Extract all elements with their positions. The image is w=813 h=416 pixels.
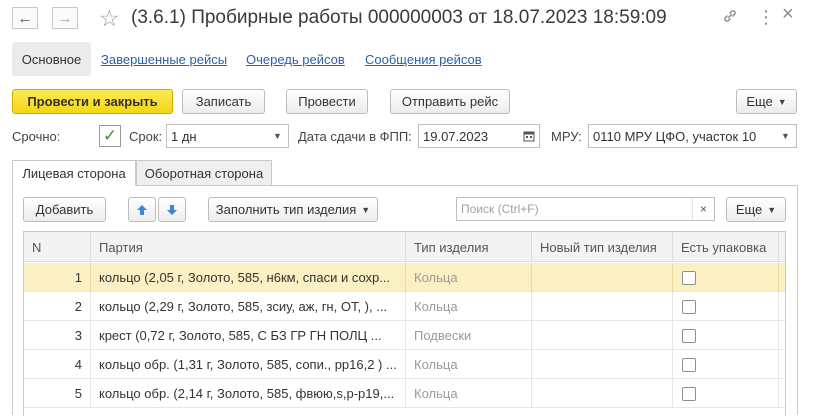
col-header-packed[interactable]: Есть упаковка bbox=[673, 232, 779, 262]
row-type: Подвески bbox=[406, 321, 532, 350]
row-packed bbox=[673, 379, 779, 408]
window-title: (3.6.1) Пробирные работы 000000003 от 18… bbox=[131, 7, 667, 28]
more-vert-icon[interactable]: ⋮ bbox=[757, 8, 775, 26]
mru-field[interactable]: 0110 МРУ ЦФО, участок 10 bbox=[588, 124, 776, 148]
row-type: Кольца bbox=[406, 350, 532, 379]
save-button[interactable]: Записать bbox=[182, 89, 265, 114]
col-header-type[interactable]: Тип изделия bbox=[406, 232, 532, 262]
tab-trip-queue[interactable]: Очередь рейсов bbox=[246, 52, 345, 67]
row-number: 3 bbox=[24, 321, 91, 350]
chevron-down-icon: ▼ bbox=[767, 204, 777, 215]
fill-type-button[interactable]: Заполнить тип изделия ▼ bbox=[208, 197, 378, 222]
col-header-n[interactable]: N bbox=[24, 232, 91, 262]
row-type: Кольца bbox=[406, 263, 532, 292]
urgent-checkbox[interactable]: ✓ bbox=[99, 125, 121, 147]
post-and-close-button[interactable]: Провести и закрыть bbox=[12, 89, 173, 114]
post-button[interactable]: Провести bbox=[286, 89, 368, 114]
back-arrow-icon: ← bbox=[17, 9, 33, 27]
table-header: N Партия Тип изделия Новый тип изделия Е… bbox=[24, 232, 785, 262]
packed-checkbox[interactable] bbox=[682, 270, 696, 285]
table-more-label: Еще bbox=[735, 202, 763, 217]
col-header-party[interactable]: Партия bbox=[91, 232, 406, 262]
row-new-type[interactable] bbox=[532, 379, 673, 408]
search-input[interactable]: Поиск (Ctrl+F) × bbox=[456, 197, 715, 221]
mru-label: МРУ: bbox=[551, 129, 582, 144]
tab-main[interactable]: Основное bbox=[12, 42, 91, 76]
back-button[interactable]: ← bbox=[12, 7, 38, 29]
table-row[interactable]: 3 крест (0,72 г, Золото, 585, С БЗ ГР ГН… bbox=[24, 321, 785, 350]
packed-checkbox[interactable] bbox=[682, 299, 696, 314]
table-more-button[interactable]: Еще ▼ bbox=[726, 197, 786, 222]
close-icon[interactable]: × bbox=[782, 4, 794, 24]
tab-back-side[interactable]: Оборотная сторона bbox=[136, 160, 272, 186]
chevron-down-icon: ▼ bbox=[361, 204, 371, 215]
table-row[interactable]: 4 кольцо обр. (1,31 г, Золото, 585, сопи… bbox=[24, 350, 785, 379]
row-party: кольцо обр. (1,31 г, Золото, 585, сопи.,… bbox=[91, 350, 406, 379]
date-label: Дата сдачи в ФПП: bbox=[298, 129, 412, 144]
table-row[interactable]: 5 кольцо обр. (2,14 г, Золото, 585, фвюю… bbox=[24, 379, 785, 408]
row-number: 5 bbox=[24, 379, 91, 408]
fill-type-label: Заполнить тип изделия bbox=[215, 202, 357, 217]
row-new-type[interactable] bbox=[532, 321, 673, 350]
arrow-up-icon bbox=[137, 204, 147, 215]
more-label: Еще bbox=[746, 94, 773, 109]
star-icon[interactable]: ☆ bbox=[99, 6, 120, 30]
term-field[interactable]: 1 дн bbox=[166, 124, 268, 148]
tab-trip-messages[interactable]: Сообщения рейсов bbox=[365, 52, 482, 67]
term-dropdown-icon[interactable]: ▼ bbox=[267, 124, 289, 148]
row-new-type[interactable] bbox=[532, 292, 673, 321]
move-up-button[interactable] bbox=[128, 197, 156, 222]
row-packed bbox=[673, 292, 779, 321]
move-down-button[interactable] bbox=[158, 197, 186, 222]
row-packed bbox=[673, 350, 779, 379]
date-field[interactable]: 19.07.2023 bbox=[418, 124, 519, 148]
row-number: 2 bbox=[24, 292, 91, 321]
chevron-down-icon: ▼ bbox=[777, 96, 787, 107]
packed-checkbox[interactable] bbox=[682, 357, 696, 372]
row-new-type[interactable] bbox=[532, 350, 673, 379]
arrow-down-icon bbox=[167, 204, 177, 215]
row-new-type[interactable] bbox=[532, 263, 673, 292]
row-party: кольцо (2,05 г, Золото, 585, н6км, спаси… bbox=[91, 263, 406, 292]
more-button[interactable]: Еще ▼ bbox=[736, 89, 797, 114]
link-icon[interactable] bbox=[722, 8, 738, 29]
clear-icon[interactable]: × bbox=[692, 198, 714, 220]
packed-checkbox[interactable] bbox=[682, 328, 696, 343]
table-row[interactable]: 1 кольцо (2,05 г, Золото, 585, н6км, спа… bbox=[24, 263, 785, 292]
forward-arrow-icon: → bbox=[57, 9, 73, 27]
add-button[interactable]: Добавить bbox=[23, 197, 106, 222]
row-party: кольцо обр. (2,14 г, Золото, 585, фвюю,s… bbox=[91, 379, 406, 408]
row-packed bbox=[673, 321, 779, 350]
col-header-new-type[interactable]: Новый тип изделия bbox=[532, 232, 673, 262]
send-trip-button[interactable]: Отправить рейс bbox=[390, 89, 510, 114]
table-row[interactable]: 2 кольцо (2,29 г, Золото, 585, зсиу, аж,… bbox=[24, 292, 785, 321]
row-number: 4 bbox=[24, 350, 91, 379]
items-table: N Партия Тип изделия Новый тип изделия Е… bbox=[23, 231, 786, 416]
search-placeholder: Поиск (Ctrl+F) bbox=[461, 202, 539, 216]
row-party: кольцо (2,29 г, Золото, 585, зсиу, аж, г… bbox=[91, 292, 406, 321]
row-number: 1 bbox=[24, 263, 91, 292]
packed-checkbox[interactable] bbox=[682, 386, 696, 401]
term-label: Срок: bbox=[129, 129, 163, 144]
urgent-label: Срочно: bbox=[12, 129, 61, 144]
forward-button[interactable]: → bbox=[52, 7, 78, 29]
tab-completed-trips[interactable]: Завершенные рейсы bbox=[101, 52, 227, 67]
row-party: крест (0,72 г, Золото, 585, С БЗ ГР ГН П… bbox=[91, 321, 406, 350]
tab-front-side[interactable]: Лицевая сторона bbox=[12, 160, 136, 186]
calendar-icon[interactable] bbox=[518, 124, 540, 148]
row-type: Кольца bbox=[406, 379, 532, 408]
row-packed bbox=[673, 263, 779, 292]
check-icon: ✓ bbox=[102, 126, 118, 145]
row-type: Кольца bbox=[406, 292, 532, 321]
mru-dropdown-icon[interactable]: ▼ bbox=[775, 124, 797, 148]
